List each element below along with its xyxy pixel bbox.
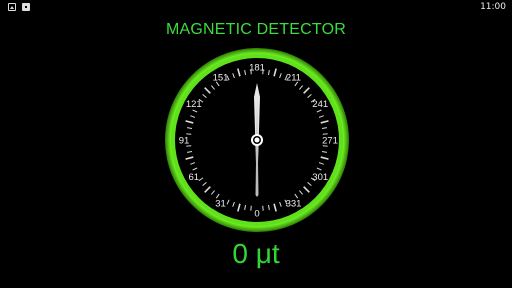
needle-hub-center: [254, 137, 260, 143]
dial-label: 271: [322, 136, 338, 147]
dial-label: 31: [215, 199, 226, 210]
image-notification-icon: [8, 3, 16, 11]
dial-label: 121: [186, 99, 202, 110]
dial-label: 91: [179, 136, 190, 147]
compass-dial: 0 31 61 91 121 151 181 211 241 271 301 331: [164, 47, 350, 233]
dial-label: 211: [286, 72, 301, 83]
dial-label: 0: [254, 209, 259, 220]
dial-label: 61: [188, 172, 199, 183]
field-reading: 0 μt: [232, 238, 280, 269]
status-bar: 11:00: [0, 0, 512, 14]
dial-label: 301: [312, 172, 328, 183]
dial-label: 331: [286, 199, 302, 210]
app-title: MAGNETIC DETECTOR: [165, 21, 346, 38]
dial-svg: 0 31 61 91 121 151 181 211 241 271 301 331: [165, 48, 349, 232]
dial-label: 151: [213, 72, 229, 83]
dial-label: 181: [249, 63, 265, 74]
store-notification-icon: [22, 3, 30, 11]
status-time: 11:00: [480, 2, 506, 12]
dial-label: 241: [312, 99, 328, 110]
